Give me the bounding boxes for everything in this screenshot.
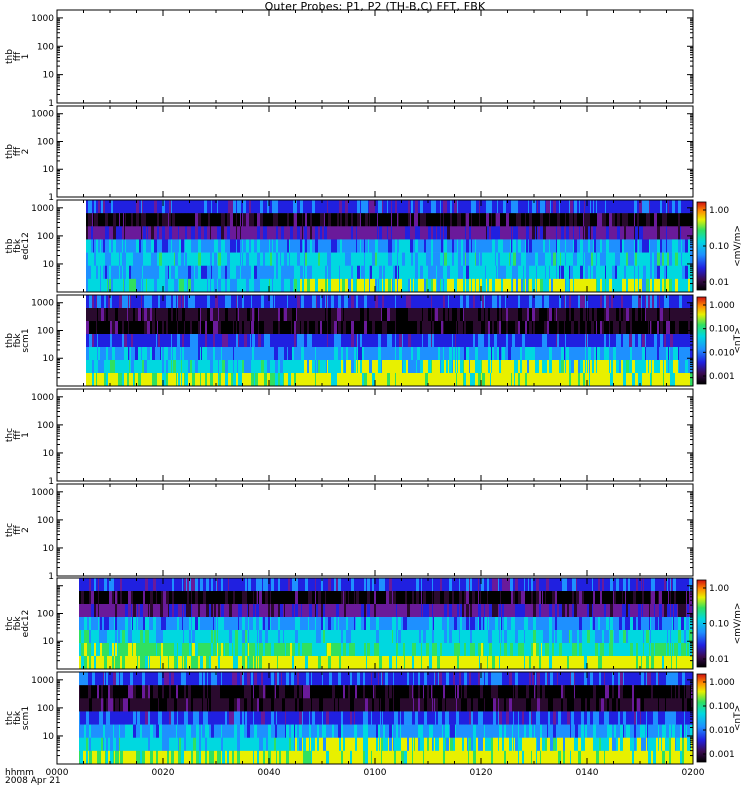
colorbar-unit: <nT> — [733, 327, 743, 353]
ytick-label: 10 — [43, 260, 55, 270]
ytick-label: 1000 — [31, 488, 54, 498]
time-tick-label: 0020 — [152, 768, 175, 778]
colorbar-tick-label: 0.010 — [709, 348, 735, 358]
colorbar-tick-label: 0.10 — [709, 620, 729, 630]
colorbar-unit: <mV/m> — [733, 603, 743, 645]
colorbar-tick-label: 0.100 — [709, 702, 735, 712]
ytick-label: 1 — [48, 99, 54, 109]
colorbar-tick-label: 0.01 — [709, 278, 729, 288]
ytick-label: 10 — [43, 71, 55, 81]
ytick-label: 10 — [43, 544, 55, 554]
colorbar-tick-label: 0.100 — [709, 325, 735, 335]
ytick-label: 1000 — [31, 299, 54, 309]
ytick-label: 1 — [48, 572, 54, 582]
colorbar-tick-label: 0.001 — [709, 372, 735, 382]
time-tick-label: 0100 — [364, 768, 387, 778]
colorbar-unit: <nT> — [733, 705, 743, 731]
time-tick-label: 0000 — [46, 768, 69, 778]
panel-ylabel: scm1 — [21, 328, 31, 352]
ytick-label: 10 — [43, 449, 55, 459]
colorbar — [696, 296, 707, 385]
spectrogram-thc_fbk_edc12 — [79, 578, 694, 670]
ytick-label: 100 — [37, 326, 54, 336]
ytick-label: 1000 — [31, 204, 54, 214]
ytick-label: 1000 — [31, 393, 54, 403]
colorbar-unit: <mV/m> — [733, 225, 743, 267]
ytick-label: 1000 — [31, 676, 54, 686]
panel-ylabel: scm1 — [21, 706, 31, 730]
colorbar-tick-label: 1.00 — [709, 206, 729, 216]
ytick-label: 1000 — [31, 14, 54, 24]
panel-ylabel: 2 — [21, 527, 31, 533]
panel-frame — [56, 9, 694, 104]
spectrogram-stack: thbfff11000100101thbfff21000100101thbfbk… — [5, 9, 743, 786]
ytick-label: 10 — [43, 165, 55, 175]
ytick-label: 100 — [37, 42, 54, 52]
panel-ylabel: 1 — [21, 432, 31, 438]
panel-ylabel: edc12 — [21, 610, 31, 638]
colorbar-tick-label: 1.00 — [709, 584, 729, 594]
panel-frame — [56, 388, 694, 482]
colorbar-tick-label: 0.001 — [709, 750, 735, 760]
ytick-label: 10 — [43, 732, 55, 742]
colorbar — [696, 673, 707, 763]
panel-ylabel: 2 — [21, 149, 31, 155]
time-tick-label: 0040 — [258, 768, 281, 778]
panel-ylabel: 1 — [21, 54, 31, 60]
ytick-label: 1000 — [31, 110, 54, 120]
ytick-label: 1 — [48, 477, 54, 487]
time-tick-label: 0200 — [682, 768, 705, 778]
ytick-label: 100 — [37, 421, 54, 431]
ytick-label: 100 — [37, 232, 54, 242]
ytick-label: 100 — [37, 516, 54, 526]
colorbar-tick-label: 0.010 — [709, 726, 735, 736]
spectrogram-thc_fbk_scm1 — [79, 672, 694, 765]
spectrogram-thb_fbk_edc12 — [86, 200, 694, 293]
time-tick-label: 0140 — [576, 768, 599, 778]
colorbar-tick-label: 0.10 — [709, 242, 729, 252]
ytick-label: 100 — [37, 609, 54, 619]
ytick-label: 100 — [37, 704, 54, 714]
ytick-label: 1 — [48, 193, 54, 203]
time-tick-label: 0120 — [470, 768, 493, 778]
panel-frame — [56, 483, 694, 577]
ytick-label: 100 — [37, 137, 54, 147]
colorbar-tick-label: 1.000 — [709, 301, 735, 311]
panel-ylabel: edc12 — [21, 232, 31, 260]
ytick-label: 10 — [43, 637, 55, 647]
colorbar-tick-label: 1.000 — [709, 678, 735, 688]
spectrogram-thb_fbk_scm1 — [86, 295, 694, 387]
panel-frame — [56, 105, 694, 198]
colorbar-tick-label: 0.01 — [709, 655, 729, 665]
ytick-label: 10 — [43, 354, 55, 364]
